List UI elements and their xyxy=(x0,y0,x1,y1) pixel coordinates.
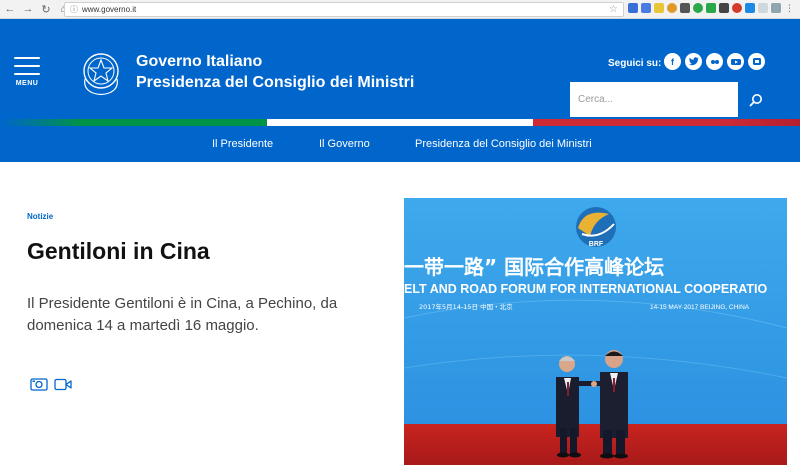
extension-icon[interactable] xyxy=(758,3,768,13)
search-button[interactable] xyxy=(738,82,773,117)
extension-icon[interactable] xyxy=(771,3,781,13)
extension-icon[interactable] xyxy=(706,3,716,13)
extension-icon[interactable] xyxy=(745,3,755,13)
url-text: www.governo.it xyxy=(82,5,137,14)
forward-icon[interactable]: → xyxy=(20,1,36,17)
hamburger-icon xyxy=(14,57,40,59)
article-section: Notizie Gentiloni in Cina Il Presidente … xyxy=(0,162,800,467)
article-photo[interactable]: BRF 一带一路” 国际合作高峰论坛 ELT AND ROAD FORUM FO… xyxy=(404,198,787,465)
stripe-red xyxy=(533,119,800,126)
reload-icon[interactable]: ↻ xyxy=(38,1,54,17)
extension-icon[interactable] xyxy=(719,3,729,13)
info-icon[interactable]: ⓘ xyxy=(70,4,78,15)
extension-icon[interactable] xyxy=(693,3,703,13)
extension-icon[interactable] xyxy=(732,3,742,13)
facebook-icon[interactable]: f xyxy=(664,53,681,70)
extension-icon[interactable] xyxy=(680,3,690,13)
article-category[interactable]: Notizie xyxy=(27,212,53,221)
hamburger-bar xyxy=(14,73,40,75)
social-links: f xyxy=(664,53,765,70)
gplus-icon[interactable] xyxy=(748,53,765,70)
video-icon[interactable] xyxy=(54,377,72,391)
browser-toolbar: ← → ↻ ⌂ ⓘ www.governo.it ☆ ⋮ xyxy=(0,0,800,19)
hamburger-bar xyxy=(14,65,40,67)
extensions-bar xyxy=(628,3,781,13)
brand-subtitle[interactable]: Presidenza del Consiglio dei Ministri xyxy=(136,74,414,92)
back-icon[interactable]: ← xyxy=(2,1,18,17)
extension-icon[interactable] xyxy=(641,3,651,13)
emblem-icon[interactable] xyxy=(79,49,123,97)
banner-chinese-text: 一带一路” 国际合作高峰论坛 xyxy=(404,255,664,279)
banner-date-chinese: 2017年5月14-15日 中国・北京 xyxy=(419,302,513,311)
article-title[interactable]: Gentiloni in Cina xyxy=(27,238,210,265)
main-nav: Il Presidente Il Governo Presidenza del … xyxy=(0,126,800,162)
search-icon xyxy=(749,93,762,106)
brand-title[interactable]: Governo Italiano xyxy=(136,53,262,71)
stripe-white xyxy=(266,119,534,126)
address-bar[interactable]: ⓘ www.governo.it ☆ xyxy=(64,2,624,17)
stripe-green xyxy=(0,119,267,126)
extension-icon[interactable] xyxy=(628,3,638,13)
banner-english-text: ELT AND ROAD FORUM FOR INTERNATIONAL COO… xyxy=(404,282,767,296)
tricolore-stripe xyxy=(0,119,800,126)
photo-gallery-icon[interactable] xyxy=(30,377,48,391)
bookmark-star-icon[interactable]: ☆ xyxy=(609,4,618,15)
nav-item-il-governo[interactable]: Il Governo xyxy=(319,138,370,150)
flickr-icon[interactable] xyxy=(706,53,723,70)
menu-button[interactable]: MENU xyxy=(14,57,40,87)
search-input[interactable] xyxy=(570,82,738,117)
browser-menu-icon[interactable]: ⋮ xyxy=(785,3,794,14)
extension-icon[interactable] xyxy=(654,3,664,13)
banner-date-english: 14-15 MAY 2017 BEIJING, CHINA xyxy=(650,304,750,311)
twitter-icon[interactable] xyxy=(685,53,702,70)
menu-label: MENU xyxy=(15,80,39,87)
media-icons xyxy=(30,377,72,391)
extension-icon[interactable] xyxy=(667,3,677,13)
nav-item-il-presidente[interactable]: Il Presidente xyxy=(212,138,273,150)
youtube-icon[interactable] xyxy=(727,53,744,70)
site-header: MENU Governo Italiano Presidenza del Con… xyxy=(0,19,800,119)
article-summary: Il Presidente Gentiloni è in Cina, a Pec… xyxy=(27,295,338,334)
nav-item-presidenza[interactable]: Presidenza del Consiglio dei Ministri xyxy=(415,138,592,150)
follow-label: Seguici su: xyxy=(608,58,662,69)
brf-logo-text: BRF xyxy=(589,241,604,248)
